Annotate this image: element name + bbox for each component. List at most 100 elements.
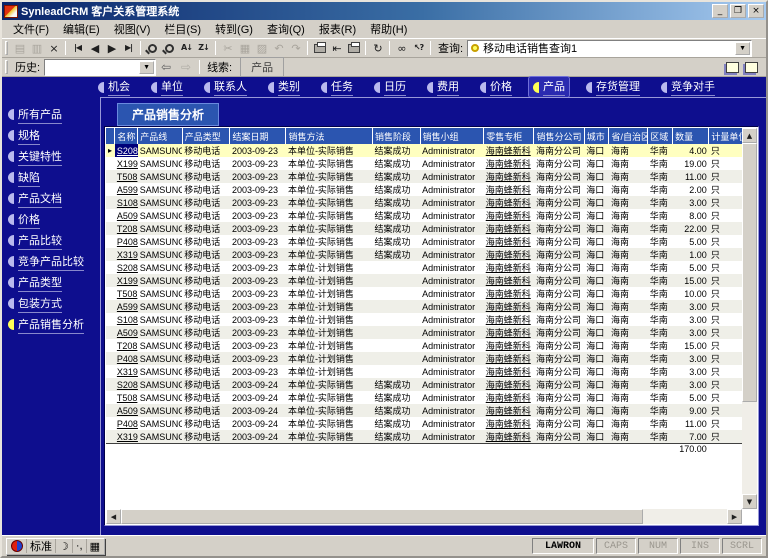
product-name-link[interactable]: T208 bbox=[115, 222, 138, 235]
horizontal-scrollbar[interactable]: ◀ ▶ bbox=[106, 509, 742, 524]
first-record-button[interactable]: |◀ bbox=[69, 40, 86, 56]
tab-产品[interactable]: 产品 bbox=[529, 77, 569, 97]
column-header-2[interactable]: 产品线 bbox=[138, 128, 183, 144]
retail-counter-link[interactable]: 海南蜂新科 bbox=[484, 222, 534, 235]
ime-logo-icon[interactable] bbox=[8, 539, 27, 553]
sidebar-item-竞争产品比较[interactable]: 竞争产品比较 bbox=[8, 251, 100, 272]
next-record-button[interactable]: ▶ bbox=[103, 40, 120, 56]
column-header-4[interactable]: 结案日期 bbox=[230, 128, 286, 144]
scroll-up-icon[interactable]: ▲ bbox=[742, 128, 757, 143]
retail-counter-link[interactable]: 海南蜂新科 bbox=[484, 378, 534, 391]
redo-button[interactable]: ↷ bbox=[287, 40, 304, 56]
product-name-link[interactable]: A599 bbox=[115, 300, 138, 313]
retail-counter-link[interactable]: 海南蜂新科 bbox=[484, 261, 534, 274]
table-row[interactable]: T508SAMSUNG移动电话2003-09-23本单位-计划销售Adminis… bbox=[106, 287, 742, 300]
scroll-left-icon[interactable]: ◀ bbox=[106, 509, 121, 524]
tab-单位[interactable]: 单位 bbox=[147, 77, 187, 97]
product-name-link[interactable]: S108 bbox=[115, 313, 138, 326]
tab-机会[interactable]: 机会 bbox=[94, 77, 134, 97]
menu-item-1[interactable]: 文件(F) bbox=[6, 19, 56, 39]
product-name-link[interactable]: X199 bbox=[115, 157, 138, 170]
menu-item-8[interactable]: 帮助(H) bbox=[363, 19, 414, 39]
table-row[interactable]: T508SAMSUNG移动电话2003-09-24本单位-实际销售结案成功Adm… bbox=[106, 391, 742, 404]
history-dropdown-arrow[interactable]: ▼ bbox=[139, 61, 154, 74]
report-card-icon-2[interactable] bbox=[745, 62, 758, 73]
column-header-5[interactable]: 销售方法 bbox=[286, 128, 373, 144]
print-preview-button[interactable] bbox=[345, 40, 362, 56]
sidebar-item-规格[interactable]: 规格 bbox=[8, 125, 100, 146]
ime-mode-label[interactable]: 标准 bbox=[27, 539, 56, 553]
undo-button[interactable]: ↶ bbox=[270, 40, 287, 56]
retail-counter-link[interactable]: 海南蜂新科 bbox=[484, 274, 534, 287]
menu-item-2[interactable]: 编辑(E) bbox=[56, 19, 107, 39]
column-header-14[interactable]: 计量单位 bbox=[709, 128, 742, 144]
tab-联系人[interactable]: 联系人 bbox=[200, 77, 251, 97]
zoom-button[interactable] bbox=[144, 40, 161, 56]
menu-item-7[interactable]: 报表(R) bbox=[312, 19, 363, 39]
column-header-9[interactable]: 销售分公司 bbox=[534, 128, 584, 144]
retail-counter-link[interactable]: 海南蜂新科 bbox=[484, 300, 534, 313]
menu-item-4[interactable]: 栏目(S) bbox=[157, 19, 208, 39]
scroll-down-icon[interactable]: ▼ bbox=[742, 494, 757, 509]
product-name-link[interactable]: S208 bbox=[115, 378, 138, 391]
table-row[interactable]: P408SAMSUNG移动电话2003-09-23本单位-计划销售Adminis… bbox=[106, 352, 742, 365]
product-name-link[interactable]: X319 bbox=[115, 365, 138, 378]
table-row[interactable]: S208SAMSUNG移动电话2003-09-24本单位-实际销售结案成功Adm… bbox=[106, 378, 742, 391]
retail-counter-link[interactable]: 海南蜂新科 bbox=[484, 235, 534, 248]
product-name-link[interactable]: T508 bbox=[115, 391, 138, 404]
sidebar-item-所有产品[interactable]: 所有产品 bbox=[8, 104, 100, 125]
sidebar-item-包装方式[interactable]: 包装方式 bbox=[8, 293, 100, 314]
column-header-3[interactable]: 产品类型 bbox=[182, 128, 230, 144]
product-name-link[interactable]: A599 bbox=[115, 183, 138, 196]
column-header-7[interactable]: 销售小组 bbox=[420, 128, 484, 144]
product-name-link[interactable]: A509 bbox=[115, 209, 138, 222]
query-dropdown-arrow[interactable]: ▼ bbox=[735, 42, 750, 55]
table-row[interactable]: X319SAMSUNG移动电话2003-09-23本单位-实际销售结案成功Adm… bbox=[106, 248, 742, 261]
table-row[interactable]: A509SAMSUNG移动电话2003-09-23本单位-计划销售Adminis… bbox=[106, 326, 742, 339]
product-name-link[interactable]: X319 bbox=[115, 248, 138, 261]
zoom-query-button[interactable] bbox=[161, 40, 178, 56]
retail-counter-link[interactable]: 海南蜂新科 bbox=[484, 287, 534, 300]
product-name-link[interactable]: T208 bbox=[115, 339, 138, 352]
column-header-1[interactable]: 名称 bbox=[115, 128, 138, 144]
sidebar-item-缺陷[interactable]: 缺陷 bbox=[8, 167, 100, 188]
retail-counter-link[interactable]: 海南蜂新科 bbox=[484, 144, 534, 157]
paste-button[interactable]: ▨ bbox=[253, 40, 270, 56]
table-row[interactable]: T208SAMSUNG移动电话2003-09-23本单位-计划销售Adminis… bbox=[106, 339, 742, 352]
product-name-link[interactable]: T508 bbox=[115, 287, 138, 300]
tab-任务[interactable]: 任务 bbox=[317, 77, 357, 97]
edit-record-button[interactable]: ▥ bbox=[28, 40, 45, 56]
retail-counter-link[interactable]: 海南蜂新科 bbox=[484, 196, 534, 209]
retail-counter-link[interactable]: 海南蜂新科 bbox=[484, 339, 534, 352]
product-name-link[interactable]: A509 bbox=[115, 404, 138, 417]
print-button[interactable] bbox=[311, 40, 328, 56]
tab-竞争对手[interactable]: 竞争对手 bbox=[657, 77, 719, 97]
copy-button[interactable]: ▦ bbox=[236, 40, 253, 56]
toolbar-gripper[interactable] bbox=[5, 60, 8, 74]
retail-counter-link[interactable]: 海南蜂新科 bbox=[484, 326, 534, 339]
retail-counter-link[interactable]: 海南蜂新科 bbox=[484, 209, 534, 222]
product-name-link[interactable]: P408 bbox=[115, 352, 138, 365]
refresh-button[interactable]: ↻ bbox=[369, 40, 386, 56]
retail-counter-link[interactable]: 海南蜂新科 bbox=[484, 417, 534, 430]
product-name-link[interactable]: S208 bbox=[115, 261, 138, 274]
print-setup-button[interactable]: ⇤ bbox=[328, 40, 345, 56]
table-row[interactable]: A509SAMSUNG移动电话2003-09-24本单位-实际销售结案成功Adm… bbox=[106, 404, 742, 417]
table-row[interactable]: S108SAMSUNG移动电话2003-09-23本单位-计划销售Adminis… bbox=[106, 313, 742, 326]
sort-desc-button[interactable]: Z↓ bbox=[195, 40, 212, 56]
retail-counter-link[interactable]: 海南蜂新科 bbox=[484, 391, 534, 404]
table-row[interactable]: A509SAMSUNG移动电话2003-09-23本单位-实际销售结案成功Adm… bbox=[106, 209, 742, 222]
sort-asc-button[interactable]: A↓ bbox=[178, 40, 195, 56]
column-header-13[interactable]: 数量 bbox=[673, 128, 709, 144]
delete-record-button[interactable]: × bbox=[45, 40, 62, 56]
table-row[interactable]: X319SAMSUNG移动电话2003-09-23本单位-计划销售Adminis… bbox=[106, 365, 742, 378]
tab-日历[interactable]: 日历 bbox=[370, 77, 410, 97]
table-row[interactable]: T508SAMSUNG移动电话2003-09-23本单位-实际销售结案成功Adm… bbox=[106, 170, 742, 183]
table-row[interactable]: A599SAMSUNG移动电话2003-09-23本单位-计划销售Adminis… bbox=[106, 300, 742, 313]
prev-record-button[interactable]: ◀ bbox=[86, 40, 103, 56]
product-name-link[interactable]: S108 bbox=[115, 196, 138, 209]
find-button[interactable]: ∞ bbox=[393, 40, 410, 56]
table-row[interactable]: ▸S208SAMSUNG移动电话2003-09-23本单位-实际销售结案成功Ad… bbox=[106, 144, 742, 157]
minimize-button[interactable]: _ bbox=[712, 4, 728, 18]
vertical-scroll-thumb[interactable] bbox=[742, 143, 757, 402]
